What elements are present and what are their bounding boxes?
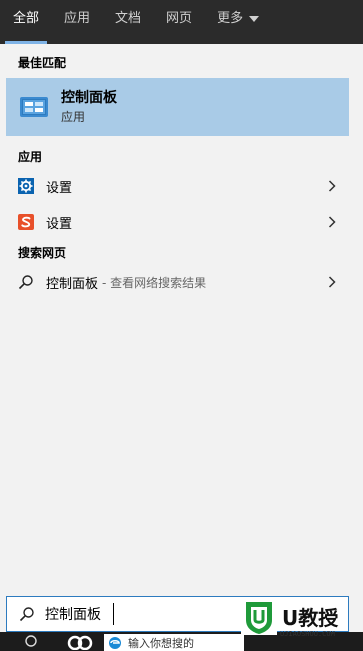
search-tab-bar: 全部 应用 文档 网页 更多: [0, 0, 363, 44]
watermark-url: UJIAOSHOU.COM: [280, 630, 335, 638]
best-match-heading: 最佳匹配: [18, 56, 67, 70]
tab-web-label: 网页: [166, 11, 193, 26]
text-cursor: [113, 603, 114, 625]
apps-heading: 应用: [18, 150, 43, 164]
web-search-hint: - 查看网络搜索结果: [102, 275, 207, 290]
app-result-sogou-settings[interactable]: 设置: [6, 204, 356, 240]
best-match-result[interactable]: 控制面板 应用: [6, 78, 349, 136]
control-panel-glyph: [23, 100, 45, 114]
tab-web[interactable]: 网页: [166, 0, 192, 44]
web-search-query: 控制面板: [46, 276, 99, 292]
app-result-label: 设置: [46, 216, 73, 232]
watermark-brand: U教授: [282, 606, 339, 630]
taskbar-search-icon[interactable]: [22, 634, 38, 650]
tab-documents-label: 文档: [115, 11, 142, 26]
chevron-right-icon[interactable]: [328, 216, 336, 228]
tab-all-label: 全部: [13, 11, 40, 26]
search-input[interactable]: [45, 606, 225, 622]
results-panel: 最佳匹配 控制面板 应用 应用 设置 设置 搜索网页 控制面板 - 查看网络搜索…: [6, 44, 356, 592]
app-result-settings[interactable]: 设置: [6, 168, 356, 204]
task-view-icon[interactable]: [66, 634, 94, 650]
tab-all[interactable]: 全部: [4, 0, 48, 44]
control-panel-icon: [20, 97, 48, 117]
chevron-right-icon[interactable]: [328, 276, 336, 288]
taskbar-browser-app[interactable]: 输入你想搜的: [104, 634, 244, 651]
tab-more[interactable]: 更多: [217, 0, 260, 44]
tab-apps[interactable]: 应用: [64, 0, 90, 44]
watermark: U教授 UJIAOSHOU.COM: [240, 598, 363, 651]
taskbar-browser-text: 输入你想搜的: [128, 636, 194, 650]
watermark-logo-icon: [241, 599, 277, 635]
web-search-result[interactable]: 控制面板 - 查看网络搜索结果: [6, 264, 356, 300]
sogou-settings-icon: [18, 214, 34, 230]
search-icon: [19, 607, 34, 622]
tab-documents[interactable]: 文档: [115, 0, 141, 44]
best-match-subtitle: 应用: [61, 110, 86, 124]
chevron-right-icon[interactable]: [328, 180, 336, 192]
app-result-label: 设置: [46, 180, 73, 196]
search-icon: [18, 274, 34, 290]
start-search-window: 全部 应用 文档 网页 更多 最佳匹配 控制面板 应用 应用 设置 设置 搜索网…: [0, 0, 363, 651]
tab-more-label: 更多: [217, 11, 244, 26]
web-search-heading: 搜索网页: [18, 246, 67, 260]
best-match-title: 控制面板: [61, 90, 117, 106]
browser-icon: [109, 636, 121, 649]
gear-icon: [18, 178, 34, 194]
tab-apps-label: 应用: [64, 11, 91, 26]
chevron-down-icon: [249, 15, 260, 22]
